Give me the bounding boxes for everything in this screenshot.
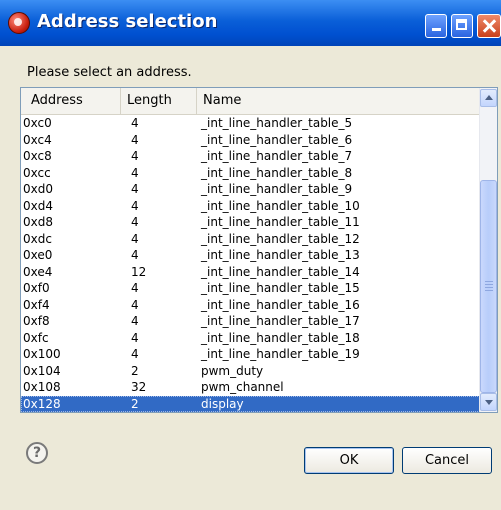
cell-length: 4 xyxy=(131,248,139,262)
cell-address: 0xf4 xyxy=(23,297,50,312)
cell-length: 32 xyxy=(131,380,147,394)
cell-name: _int_line_handler_table_13 xyxy=(201,248,360,262)
cancel-button[interactable]: Cancel xyxy=(402,447,492,474)
cell-length: 4 xyxy=(131,132,139,147)
thumb-grip xyxy=(485,281,493,282)
maximize-icon[interactable] xyxy=(451,14,473,38)
cell-length: 4 xyxy=(131,347,139,361)
cell-address: 0xe4 xyxy=(23,264,53,279)
cell-name: _int_line_handler_table_19 xyxy=(201,347,360,361)
cell-length: 12 xyxy=(131,264,147,279)
cell-address: 0xd8 xyxy=(23,215,53,229)
cell-name: _int_line_handler_table_12 xyxy=(201,231,360,246)
cell-name: _int_line_handler_table_14 xyxy=(201,264,360,279)
table-row[interactable]: 0xd4 4 _int_line_handler_table_10 xyxy=(21,198,480,215)
cell-address: 0xe0 xyxy=(23,248,53,262)
cell-name: pwm_duty xyxy=(201,363,264,378)
cell-address: 0xc4 xyxy=(23,132,52,147)
cell-name: _int_line_handler_table_7 xyxy=(201,149,353,163)
cell-address: 0xc8 xyxy=(23,149,52,163)
cell-address: 0xf0 xyxy=(23,281,50,295)
cell-length: 4 xyxy=(131,281,139,295)
cell-name: _int_line_handler_table_15 xyxy=(201,281,360,295)
cell-length: 4 xyxy=(131,231,139,246)
cell-name: pwm_channel xyxy=(201,380,284,394)
cell-name: _int_line_handler_table_6 xyxy=(201,132,353,147)
cell-length: 4 xyxy=(131,149,139,163)
cell-name: display xyxy=(201,396,244,411)
cell-length: 4 xyxy=(131,215,139,229)
cell-name: _int_line_handler_table_5 xyxy=(201,116,353,130)
table-header: Address Length Name xyxy=(21,88,479,115)
table-row[interactable]: 0x100 4 _int_line_handler_table_19 xyxy=(21,346,480,363)
cell-name: _int_line_handler_table_16 xyxy=(201,297,360,312)
cell-length: 2 xyxy=(131,396,139,411)
table-row[interactable]: 0xdc 4 _int_line_handler_table_12 xyxy=(21,231,480,248)
cell-address: 0xc0 xyxy=(23,116,52,130)
title-bar[interactable]: Address selection xyxy=(0,0,501,46)
address-selection-dialog: Address selection Please select an addre… xyxy=(0,0,501,510)
table-row[interactable]: 0xd8 4 _int_line_handler_table_11 xyxy=(21,214,480,231)
column-header-length[interactable]: Length xyxy=(121,88,197,114)
scroll-up-arrow-icon[interactable] xyxy=(480,89,497,107)
table-row[interactable]: 0xd0 4 _int_line_handler_table_9 xyxy=(21,181,480,198)
table-row[interactable]: 0xcc 4 _int_line_handler_table_8 xyxy=(21,165,480,182)
cell-length: 4 xyxy=(131,116,139,130)
table-row[interactable]: 0xfc 4 _int_line_handler_table_18 xyxy=(21,330,480,347)
column-header-address[interactable]: Address xyxy=(21,88,121,114)
minimize-icon[interactable] xyxy=(425,14,447,38)
cell-address: 0x108 xyxy=(23,380,61,394)
window-title: Address selection xyxy=(37,11,218,32)
cell-length: 4 xyxy=(131,330,139,345)
table-row[interactable]: 0xc4 4 _int_line_handler_table_6 xyxy=(21,132,480,149)
cell-name: _int_line_handler_table_9 xyxy=(201,182,353,196)
thumb-grip xyxy=(485,290,493,291)
table-row[interactable]: 0xf0 4 _int_line_handler_table_15 xyxy=(21,280,480,297)
table-row[interactable]: 0xe4 12 _int_line_handler_table_14 xyxy=(21,264,480,281)
cell-address: 0xd0 xyxy=(23,182,53,196)
cell-name: _int_line_handler_table_8 xyxy=(201,165,353,180)
scroll-thumb[interactable] xyxy=(480,180,497,393)
cell-address: 0xcc xyxy=(23,165,51,180)
cell-address: 0x128 xyxy=(23,396,61,411)
table-row[interactable]: 0xc8 4 _int_line_handler_table_7 xyxy=(21,148,480,165)
table-row[interactable]: 0x104 2 pwm_duty xyxy=(21,363,480,380)
vertical-scrollbar[interactable] xyxy=(479,88,497,412)
cell-address: 0xd4 xyxy=(23,198,53,213)
cell-name: _int_line_handler_table_18 xyxy=(201,330,360,345)
cell-address: 0x100 xyxy=(23,347,61,361)
cell-length: 4 xyxy=(131,297,139,312)
table-row[interactable]: 0xf8 4 _int_line_handler_table_17 xyxy=(21,313,480,330)
cell-name: _int_line_handler_table_10 xyxy=(201,198,360,213)
cell-length: 2 xyxy=(131,363,139,378)
ok-button[interactable]: OK xyxy=(304,447,394,474)
thumb-grip xyxy=(485,284,493,285)
table-row[interactable]: 0xe0 4 _int_line_handler_table_13 xyxy=(21,247,480,264)
thumb-grip xyxy=(485,287,493,288)
table-body: 0xc0 4 _int_line_handler_table_5 0xc4 4 _int_… xyxy=(21,115,480,412)
cell-address: 0xdc xyxy=(23,231,52,246)
table-row[interactable]: 0xf4 4 _int_line_handler_table_16 xyxy=(21,297,480,314)
cell-length: 4 xyxy=(131,182,139,196)
close-icon[interactable] xyxy=(477,14,501,38)
cell-length: 4 xyxy=(131,314,139,328)
cell-address: 0xf8 xyxy=(23,314,50,328)
table-row[interactable]: 0xc0 4 _int_line_handler_table_5 xyxy=(21,115,480,132)
instruction-message: Please select an address. xyxy=(27,65,192,80)
cell-address: 0xfc xyxy=(23,330,49,345)
table-row[interactable]: 0x128 2 display xyxy=(21,395,480,412)
cell-name: _int_line_handler_table_17 xyxy=(201,314,360,328)
cell-length: 4 xyxy=(131,198,139,213)
address-table[interactable]: Address Length Name 0xc0 4 _int_line_handl… xyxy=(20,87,498,413)
eclipse-app-icon xyxy=(8,12,30,34)
table-row[interactable]: 0x108 32 pwm_channel xyxy=(21,379,480,396)
cell-name: _int_line_handler_table_11 xyxy=(201,215,360,229)
scroll-down-arrow-icon[interactable] xyxy=(480,393,497,411)
help-icon[interactable]: ? xyxy=(26,442,48,464)
cell-length: 4 xyxy=(131,165,139,180)
cell-address: 0x104 xyxy=(23,363,61,378)
column-header-name[interactable]: Name xyxy=(197,88,479,114)
